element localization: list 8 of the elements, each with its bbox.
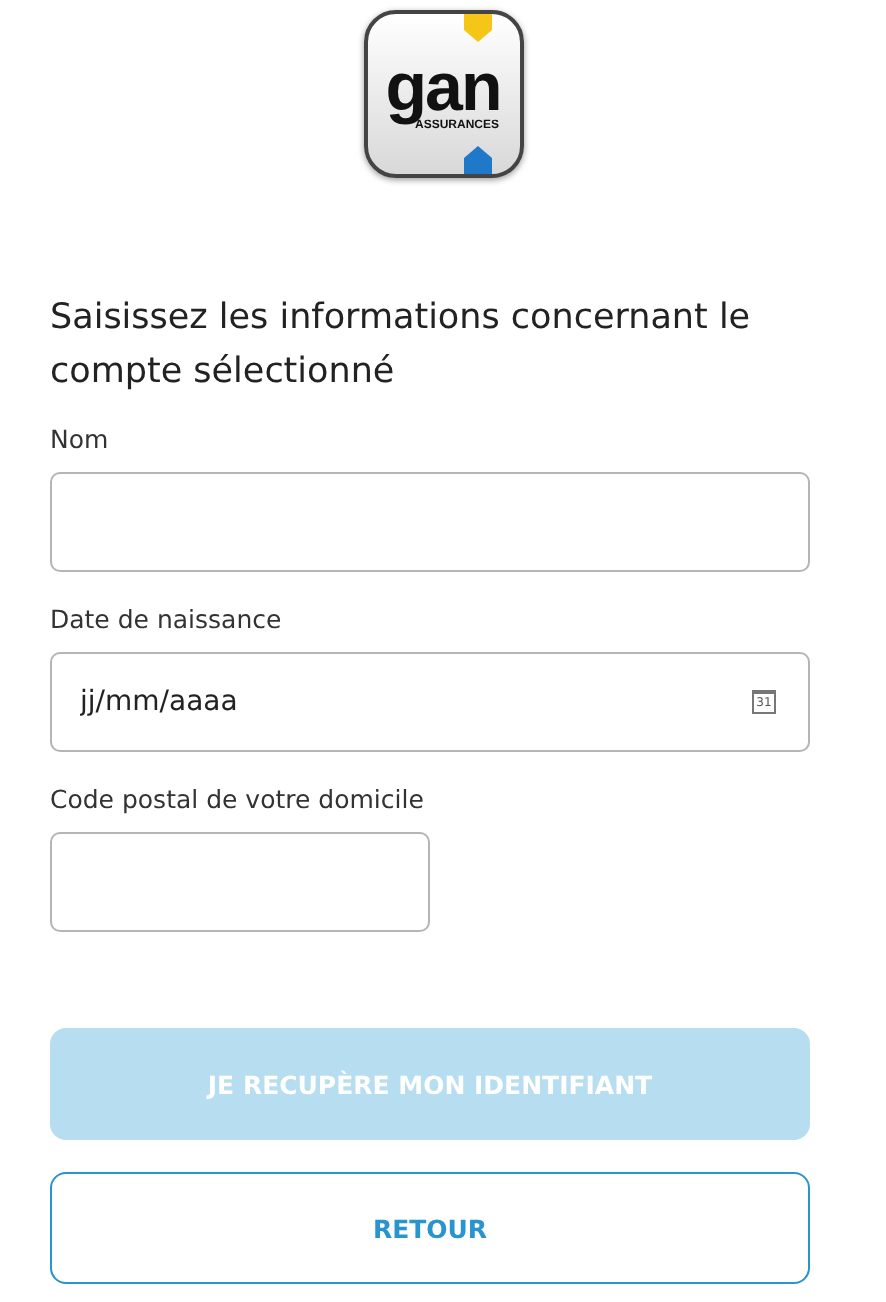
logo-tab-icon — [463, 146, 491, 174]
form-heading: Saisissez les informations concernant le compte sélectionné — [50, 296, 753, 396]
input-field[interactable] — [50, 472, 810, 572]
field-label: Date de naissance — [50, 604, 284, 634]
field-label: Nom — [50, 424, 111, 454]
field-label: Code postal de votre domicile — [50, 784, 426, 814]
logo-tab-icon — [463, 14, 491, 42]
input-field[interactable] — [50, 832, 430, 932]
